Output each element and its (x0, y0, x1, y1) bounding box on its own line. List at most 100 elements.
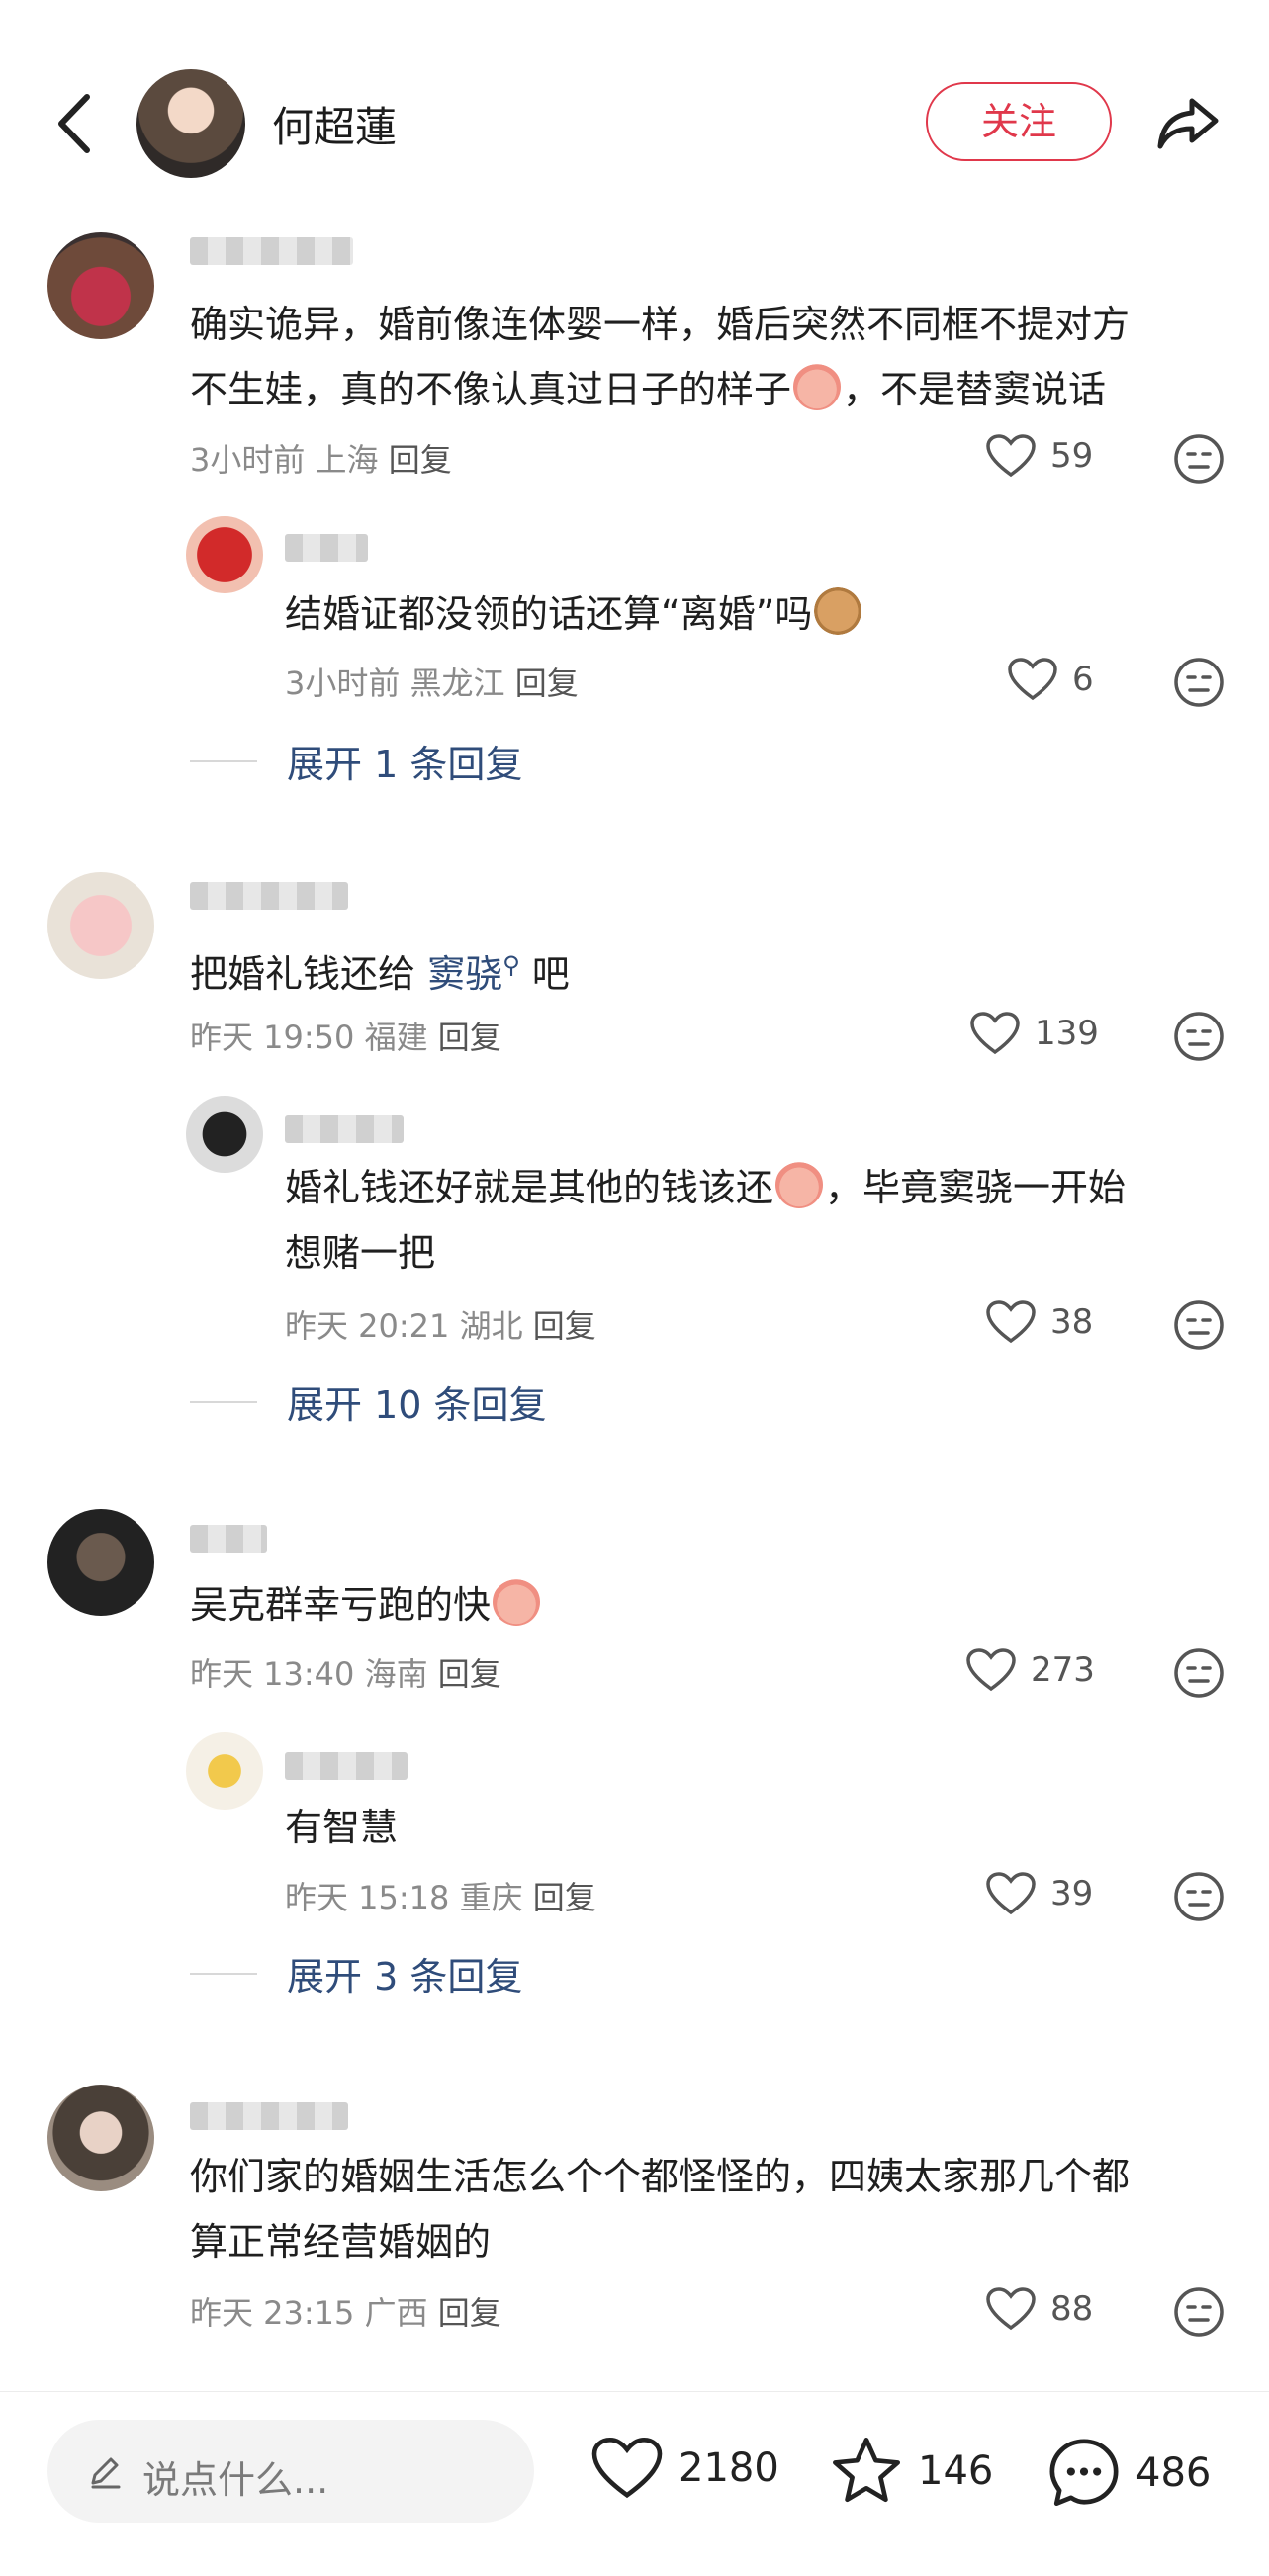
dislike-face-icon[interactable] (1173, 1299, 1224, 1351)
like-button[interactable]: 39 (985, 1871, 1093, 1916)
expand-replies-button[interactable]: 展开 3 条回复 (190, 1946, 522, 2000)
comment-text-line: 吴克群幸亏跑的快 (190, 1583, 492, 1627)
comment-stat-button[interactable]: 486 (1046, 2436, 1211, 2511)
user-name[interactable] (190, 2102, 348, 2130)
cry-emoji (493, 1578, 541, 1626)
star-icon (833, 2438, 900, 2503)
avatar[interactable] (186, 1096, 263, 1173)
dislike-face-icon[interactable] (1173, 433, 1224, 485)
cry-emoji (775, 1161, 824, 1208)
like-button[interactable]: 273 (965, 1647, 1095, 1693)
user-name[interactable] (190, 237, 353, 265)
favorite-total: 146 (918, 2448, 994, 2494)
divider (190, 1972, 257, 1975)
back-icon[interactable] (40, 79, 109, 168)
like-button[interactable]: 139 (969, 1011, 1099, 1056)
avatar[interactable] (47, 872, 154, 979)
expand-replies-label: 展开 10 条回复 (287, 1383, 547, 1427)
comment-meta: 昨天 23:15 广西 回复 (190, 2288, 501, 2334)
user-name[interactable] (285, 534, 368, 562)
heart-icon (591, 2438, 663, 2499)
comment-text-line: 你们家的婚姻生活怎么个个都怪怪的，四姨太家那几个都 (190, 2155, 1131, 2198)
like-stat-button[interactable]: 2180 (589, 2436, 779, 2501)
heart-icon (986, 1300, 1036, 1344)
avatar[interactable] (47, 2085, 154, 2191)
share-icon[interactable] (1152, 87, 1224, 158)
avatar[interactable] (47, 232, 154, 339)
comment-time: 昨天 13:40 (190, 1655, 355, 1693)
input-placeholder: 说点什么... (142, 2458, 329, 2502)
like-button[interactable]: 59 (985, 433, 1093, 479)
expand-replies-label: 展开 1 条回复 (287, 743, 523, 786)
reply-button[interactable]: 回复 (438, 1019, 501, 1056)
reply-text: 结婚证都没领的话还算“离婚”吗 (285, 581, 863, 647)
reply-button[interactable]: 回复 (533, 1307, 596, 1345)
comment-total: 486 (1135, 2450, 1212, 2496)
comment-time: 昨天 23:15 (190, 2294, 355, 2332)
dislike-face-icon[interactable] (1173, 657, 1224, 708)
dislike-face-icon[interactable] (1173, 1647, 1224, 1699)
comment-text-line: 确实诡异，婚前像连体婴一样，婚后突然不同框不提对方 (190, 303, 1131, 346)
like-count: 88 (1050, 2289, 1094, 2329)
reply-text-line: 结婚证都没领的话还算“离婚”吗 (285, 592, 813, 636)
like-total: 2180 (679, 2445, 779, 2491)
avatar[interactable] (186, 1732, 263, 1810)
reply-text-line: 婚礼钱还好就是其他的钱该还 (285, 1166, 774, 1209)
pencil-icon (91, 2457, 121, 2489)
expand-replies-button[interactable]: 展开 10 条回复 (190, 1375, 547, 1429)
follow-button[interactable]: 关注 (926, 82, 1112, 161)
comment-text-line: 算正常经营婚姻的 (190, 2220, 492, 2264)
reply-text-tail: ，毕竟窦骁一开始 (825, 1166, 1127, 1209)
author-avatar[interactable] (136, 69, 245, 178)
favorite-stat-button[interactable]: 146 (829, 2436, 993, 2507)
heart-icon (970, 1012, 1020, 1055)
user-name[interactable] (285, 1752, 408, 1780)
cry-emoji (793, 363, 842, 410)
reply-location: 黑龙江 (409, 665, 505, 702)
dislike-face-icon[interactable] (1173, 1871, 1224, 1922)
reply-button[interactable]: 回复 (515, 665, 579, 702)
divider (190, 759, 257, 762)
user-name[interactable] (190, 1525, 267, 1553)
reply-location: 湖北 (459, 1307, 523, 1345)
heart-icon (986, 434, 1036, 478)
bottom-action-bar: 说点什么... 2180 146 486 (0, 2391, 1269, 2576)
avatar[interactable] (47, 1509, 154, 1616)
reply-meta: 昨天 15:18 重庆 回复 (285, 1873, 596, 1918)
heart-icon (986, 2287, 1036, 2331)
like-button[interactable]: 6 (1007, 657, 1094, 702)
author-name[interactable]: 何超蓮 (272, 94, 397, 154)
reply-text-line: 想赌一把 (285, 1231, 436, 1275)
comment-text: 你们家的婚姻生活怎么个个都怪怪的，四姨太家那几个都 算正常经营婚姻的 (190, 2144, 1130, 2274)
comment-text: 吴克群幸亏跑的快 (190, 1572, 542, 1638)
comment-input[interactable]: 说点什么... (47, 2420, 534, 2523)
like-button[interactable]: 88 (985, 2286, 1093, 2332)
like-count: 39 (1050, 1874, 1094, 1913)
comment-text-tail: ，不是替窦说话 (843, 368, 1107, 411)
dislike-face-icon[interactable] (1173, 1011, 1224, 1062)
comment-time: 3小时前 (190, 441, 306, 479)
reply-button[interactable]: 回复 (438, 2294, 501, 2332)
like-count: 59 (1050, 436, 1094, 476)
heart-icon (1008, 658, 1057, 701)
heart-icon (986, 1872, 1036, 1915)
comment-text-part: 吧 (519, 952, 570, 996)
avatar[interactable] (186, 516, 263, 593)
reply-button[interactable]: 回复 (389, 441, 452, 479)
mention-link[interactable]: 窦骁 (427, 952, 502, 996)
user-name[interactable] (190, 882, 348, 910)
expand-replies-label: 展开 3 条回复 (287, 1955, 523, 1999)
comment-location: 广西 (364, 2294, 428, 2332)
dislike-face-icon[interactable] (1173, 2286, 1224, 2338)
comment-location: 福建 (364, 1019, 428, 1056)
comment-meta: 3小时前 上海 回复 (190, 435, 452, 481)
comment-text-line: 不生娃，真的不像认真过日子的样子 (190, 368, 792, 411)
user-name[interactable] (285, 1115, 404, 1143)
reply-button[interactable]: 回复 (438, 1655, 501, 1693)
reply-text: 有智慧 (285, 1795, 398, 1860)
like-button[interactable]: 38 (985, 1299, 1093, 1345)
dog-emoji (814, 587, 862, 635)
reply-button[interactable]: 回复 (533, 1879, 596, 1916)
expand-replies-button[interactable]: 展开 1 条回复 (190, 734, 522, 788)
heart-icon (966, 1648, 1016, 1692)
